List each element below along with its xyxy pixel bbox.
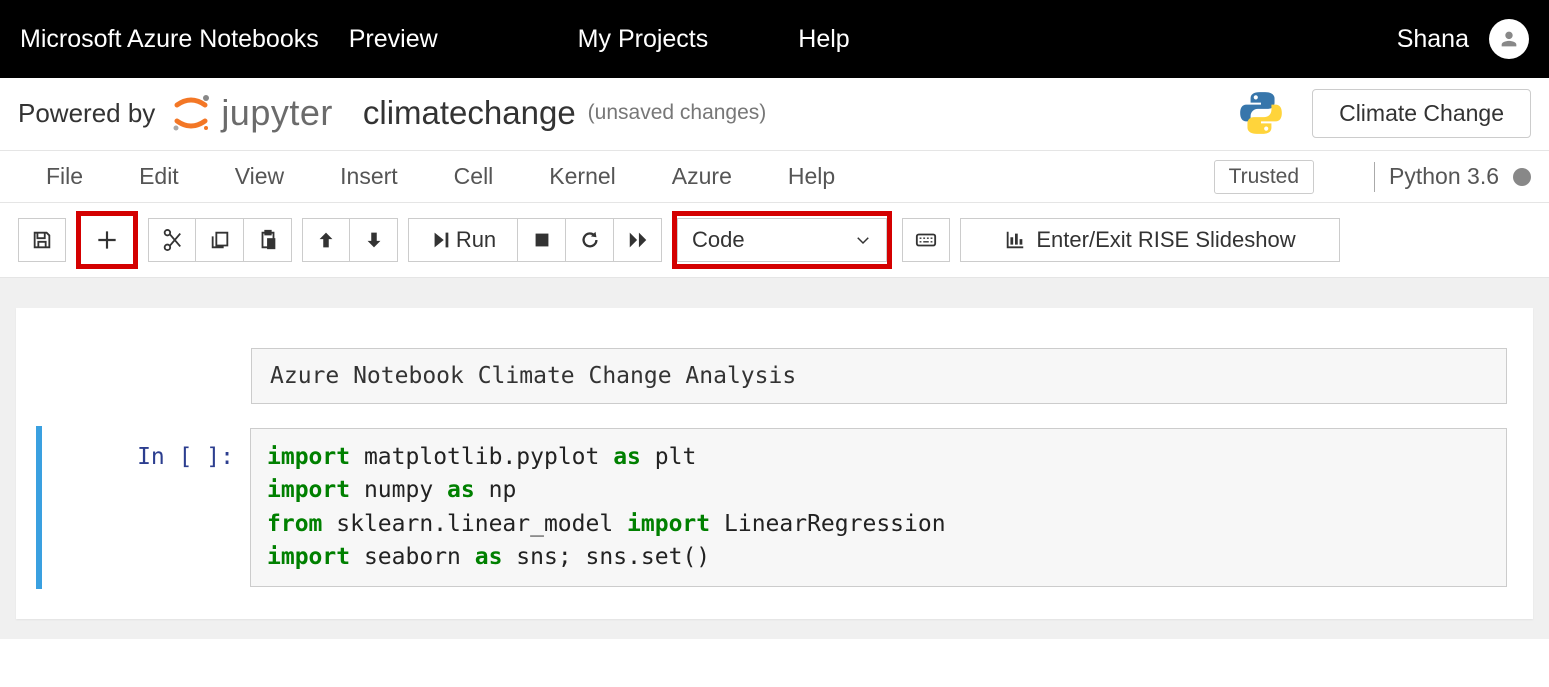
cell-type-value: Code (692, 227, 745, 253)
toolbar: Run Code Enter/Exit RISE Slideshow (0, 203, 1549, 278)
interrupt-button[interactable] (518, 218, 566, 262)
menu-cell[interactable]: Cell (426, 155, 522, 198)
nav-my-projects[interactable]: My Projects (578, 25, 709, 54)
menu-edit[interactable]: Edit (111, 155, 207, 198)
powered-by-label: Powered by (18, 98, 155, 129)
cell-type-select[interactable]: Code (672, 211, 892, 269)
run-label: Run (456, 227, 496, 253)
jupyter-logo-icon (169, 91, 213, 135)
play-step-icon (430, 229, 452, 251)
insert-cell-below-button[interactable] (76, 211, 138, 269)
save-icon (31, 229, 53, 251)
azure-topbar: Microsoft Azure Notebooks Preview My Pro… (0, 0, 1549, 78)
move-up-button[interactable] (302, 218, 350, 262)
raw-cell-text: Azure Notebook Climate Change Analysis (270, 363, 796, 389)
move-down-button[interactable] (350, 218, 398, 262)
restart-run-all-button[interactable] (614, 218, 662, 262)
run-button[interactable]: Run (408, 218, 518, 262)
scissors-icon (161, 229, 183, 251)
copy-icon (209, 229, 231, 251)
bar-chart-icon (1004, 229, 1026, 251)
command-palette-button[interactable] (902, 218, 950, 262)
menu-help[interactable]: Help (760, 155, 863, 198)
kernel-name-label: Python 3.6 (1389, 163, 1499, 190)
copy-button[interactable] (196, 218, 244, 262)
code-cell[interactable]: In [ ]: import matplotlib.pyplot as plt … (36, 426, 1513, 589)
menu-kernel[interactable]: Kernel (521, 155, 643, 198)
kernel-select-button[interactable]: Climate Change (1312, 89, 1531, 138)
paste-icon (257, 229, 279, 251)
menu-azure[interactable]: Azure (644, 155, 760, 198)
separator (1374, 162, 1375, 192)
menu-view[interactable]: View (207, 155, 312, 198)
preview-label: Preview (349, 25, 438, 54)
plus-icon (94, 227, 120, 253)
rise-label: Enter/Exit RISE Slideshow (1036, 227, 1295, 253)
menubar: File Edit View Insert Cell Kernel Azure … (0, 151, 1549, 203)
notebook-area: Azure Notebook Climate Change Analysis I… (0, 278, 1549, 639)
jupyter-logo[interactable]: jupyter (169, 91, 333, 135)
menu-insert[interactable]: Insert (312, 155, 426, 198)
jupyter-logo-text: jupyter (221, 92, 333, 134)
brand-label[interactable]: Microsoft Azure Notebooks (20, 25, 319, 54)
arrow-up-icon (315, 229, 337, 251)
arrow-down-icon (363, 229, 385, 251)
restart-icon (579, 229, 601, 251)
fast-forward-icon (627, 229, 649, 251)
keyboard-icon (915, 229, 937, 251)
chevron-down-icon (854, 231, 872, 249)
save-button[interactable] (18, 218, 66, 262)
kernel-status-indicator (1513, 168, 1531, 186)
cut-button[interactable] (148, 218, 196, 262)
nav-help[interactable]: Help (798, 25, 849, 54)
jupyter-header: Powered by jupyter climatechange (unsave… (0, 78, 1549, 151)
code-cell-input[interactable]: import matplotlib.pyplot as plt import n… (250, 428, 1507, 587)
restart-button[interactable] (566, 218, 614, 262)
trusted-badge[interactable]: Trusted (1214, 160, 1314, 194)
stop-icon (531, 229, 553, 251)
rise-slideshow-button[interactable]: Enter/Exit RISE Slideshow (960, 218, 1340, 262)
user-name[interactable]: Shana (1397, 25, 1469, 54)
avatar[interactable] (1489, 19, 1529, 59)
person-icon (1498, 28, 1520, 50)
code-cell-prompt: In [ ]: (42, 428, 250, 587)
notebook-name[interactable]: climatechange (363, 94, 576, 132)
raw-cell[interactable]: Azure Notebook Climate Change Analysis (251, 348, 1507, 404)
save-status: (unsaved changes) (588, 101, 767, 125)
notebook-inner: Azure Notebook Climate Change Analysis I… (16, 308, 1533, 619)
python-logo-icon (1236, 88, 1286, 138)
menu-file[interactable]: File (18, 155, 111, 198)
paste-button[interactable] (244, 218, 292, 262)
